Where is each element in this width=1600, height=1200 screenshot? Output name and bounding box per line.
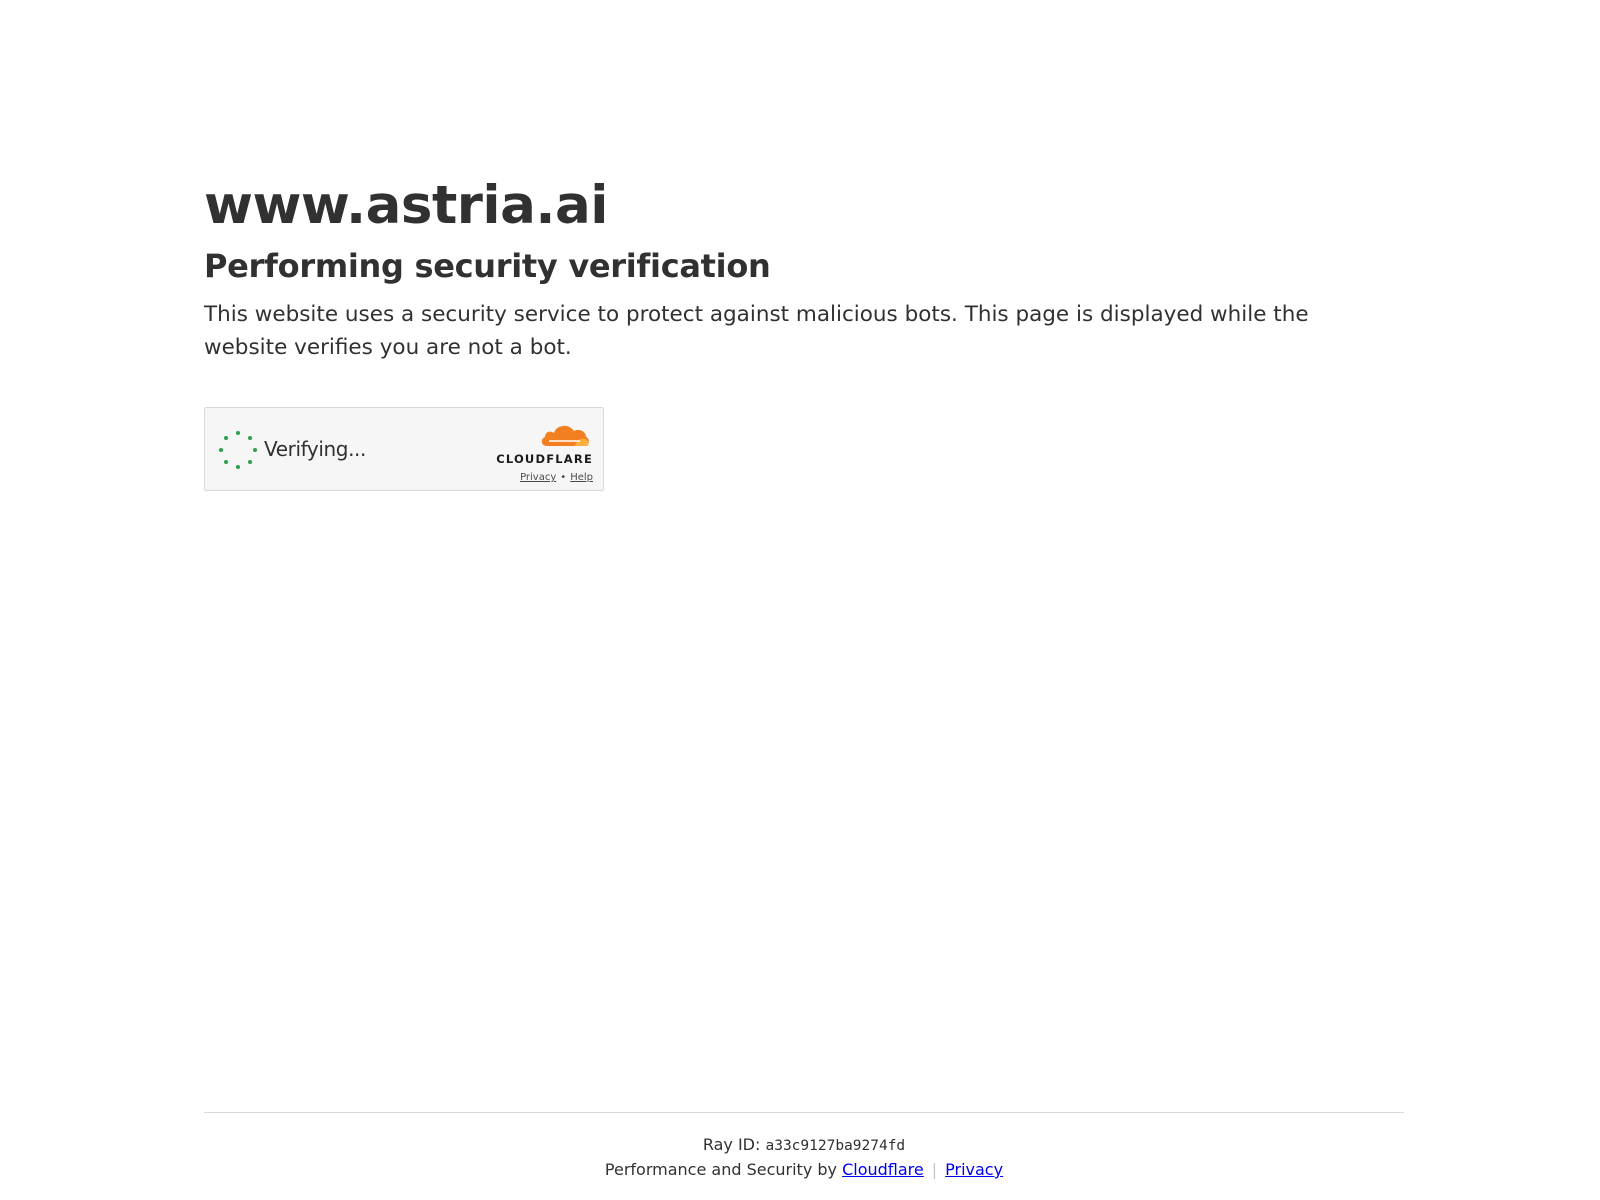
page-description: This website uses a security service to …: [204, 302, 1309, 360]
cloudflare-cloud-icon: [541, 425, 589, 446]
performance-text: Performance and Security by: [604, 1160, 837, 1179]
page-heading: Performing security verification: [204, 247, 771, 285]
performance-line: Performance and Security by Cloudflare | P…: [204, 1158, 1404, 1182]
main-content: www.astria.ai Performing security verifi…: [204, 176, 1404, 364]
footer-divider: [204, 1112, 1404, 1113]
widget-privacy-link[interactable]: Privacy: [520, 472, 556, 483]
loading-spinner-icon: [219, 431, 257, 469]
ray-id-line: Ray ID: a33c9127ba9274fd: [204, 1133, 1404, 1158]
link-separator: •: [560, 472, 567, 483]
footer: Ray ID: a33c9127ba9274fd Performance and…: [204, 1133, 1404, 1182]
site-title: www.astria.ai: [204, 175, 608, 236]
cloudflare-link[interactable]: Cloudflare: [842, 1160, 924, 1179]
verifying-status: Verifying...: [264, 437, 366, 461]
widget-help-link[interactable]: Help: [570, 472, 593, 483]
footer-privacy-link[interactable]: Privacy: [945, 1160, 1003, 1179]
widget-links: Privacy • Help: [520, 472, 593, 483]
footer-separator: |: [931, 1160, 938, 1179]
cloudflare-wordmark: CLOUDFLARE: [496, 452, 593, 466]
cloudflare-branding: CLOUDFLARE Privacy • Help: [483, 422, 593, 483]
verification-widget[interactable]: Verifying... CLOUDFLARE Privacy • Help: [204, 407, 604, 491]
ray-id-label: Ray ID:: [702, 1135, 761, 1154]
ray-id-value: a33c9127ba9274fd: [765, 1138, 906, 1154]
